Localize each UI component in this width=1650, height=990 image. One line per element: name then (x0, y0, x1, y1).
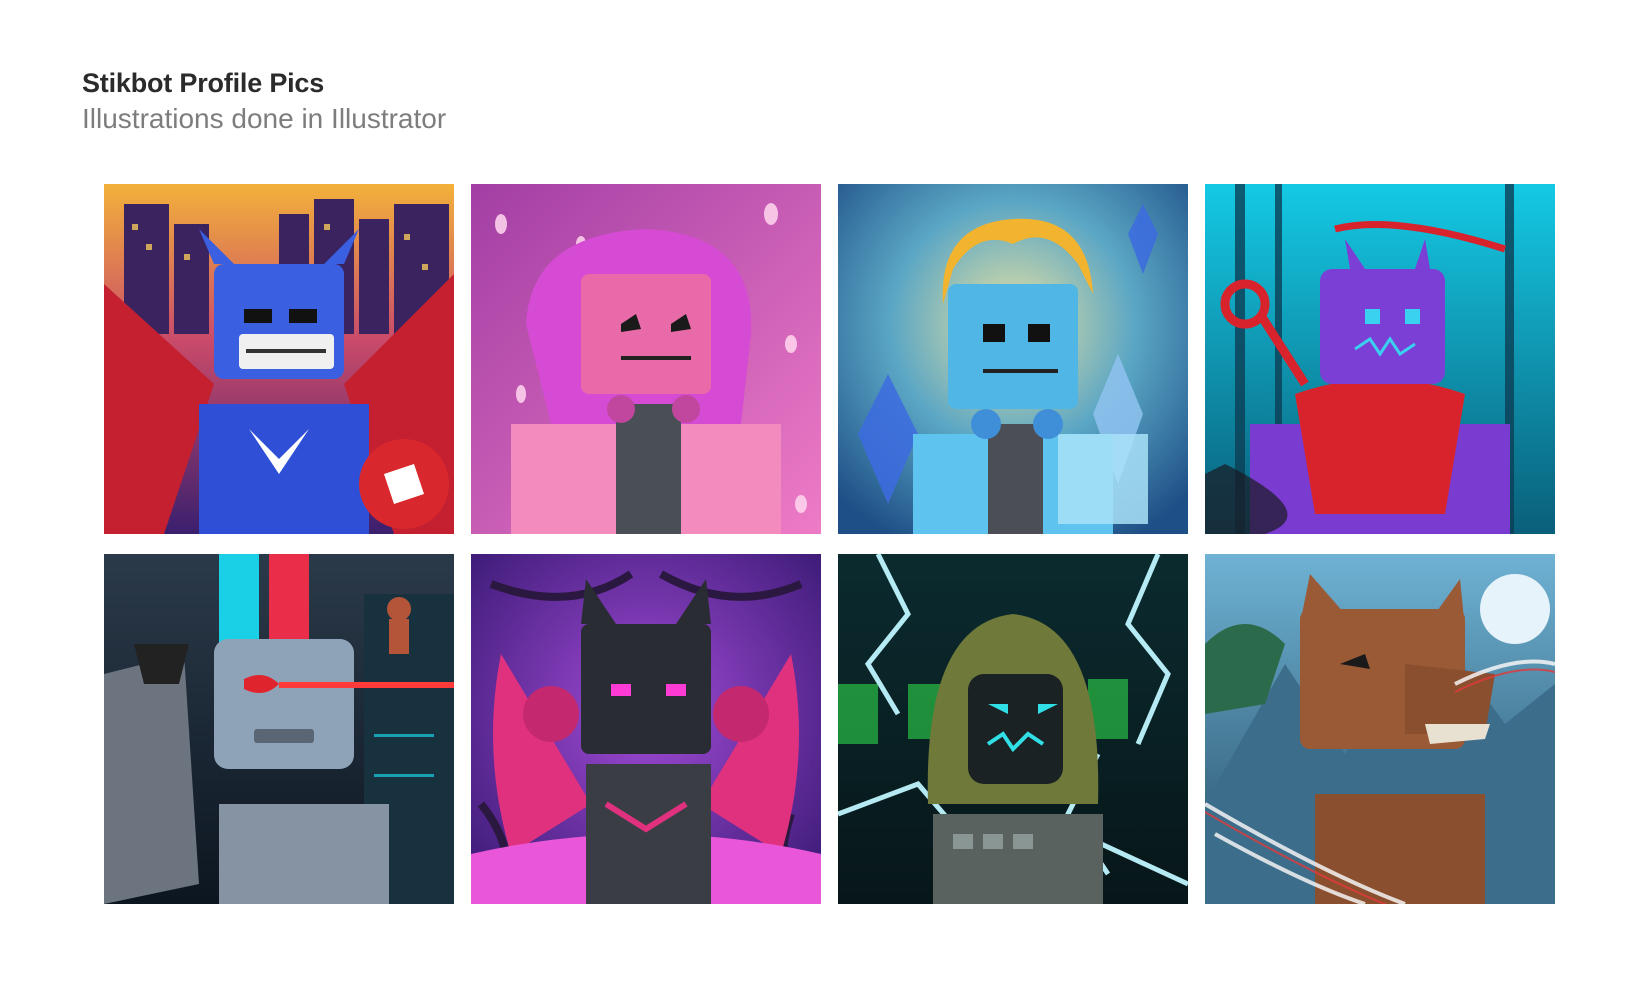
wolf-bot-icon (1205, 554, 1555, 904)
gallery-item-cyborg-bot[interactable] (104, 554, 454, 904)
page-title: Stikbot Profile Pics (82, 68, 325, 98)
crystal-bot-icon (838, 184, 1188, 534)
gallery-item-bat-bot[interactable] (471, 554, 821, 904)
gallery-item-crystal-bot[interactable] (838, 184, 1188, 534)
gallery-item-hooded-bot[interactable] (838, 554, 1188, 904)
pink-bot-icon (471, 184, 821, 534)
gallery-item-hero-bot[interactable] (104, 184, 454, 534)
bat-bot-icon (471, 554, 821, 904)
gallery-item-wolf-bot[interactable] (1205, 554, 1555, 904)
cyborg-bot-icon (104, 554, 454, 904)
header: Stikbot Profile Pics Illustrations done … (82, 66, 446, 136)
page-subtitle: Illustrations done in Illustrator (82, 103, 447, 135)
ninja-bot-icon (1205, 184, 1555, 534)
hero-bot-icon (104, 184, 454, 534)
gallery-item-ninja-bot[interactable] (1205, 184, 1555, 534)
gallery-grid (104, 184, 1555, 904)
hooded-bot-icon (838, 554, 1188, 904)
gallery-item-pink-bot[interactable] (471, 184, 821, 534)
